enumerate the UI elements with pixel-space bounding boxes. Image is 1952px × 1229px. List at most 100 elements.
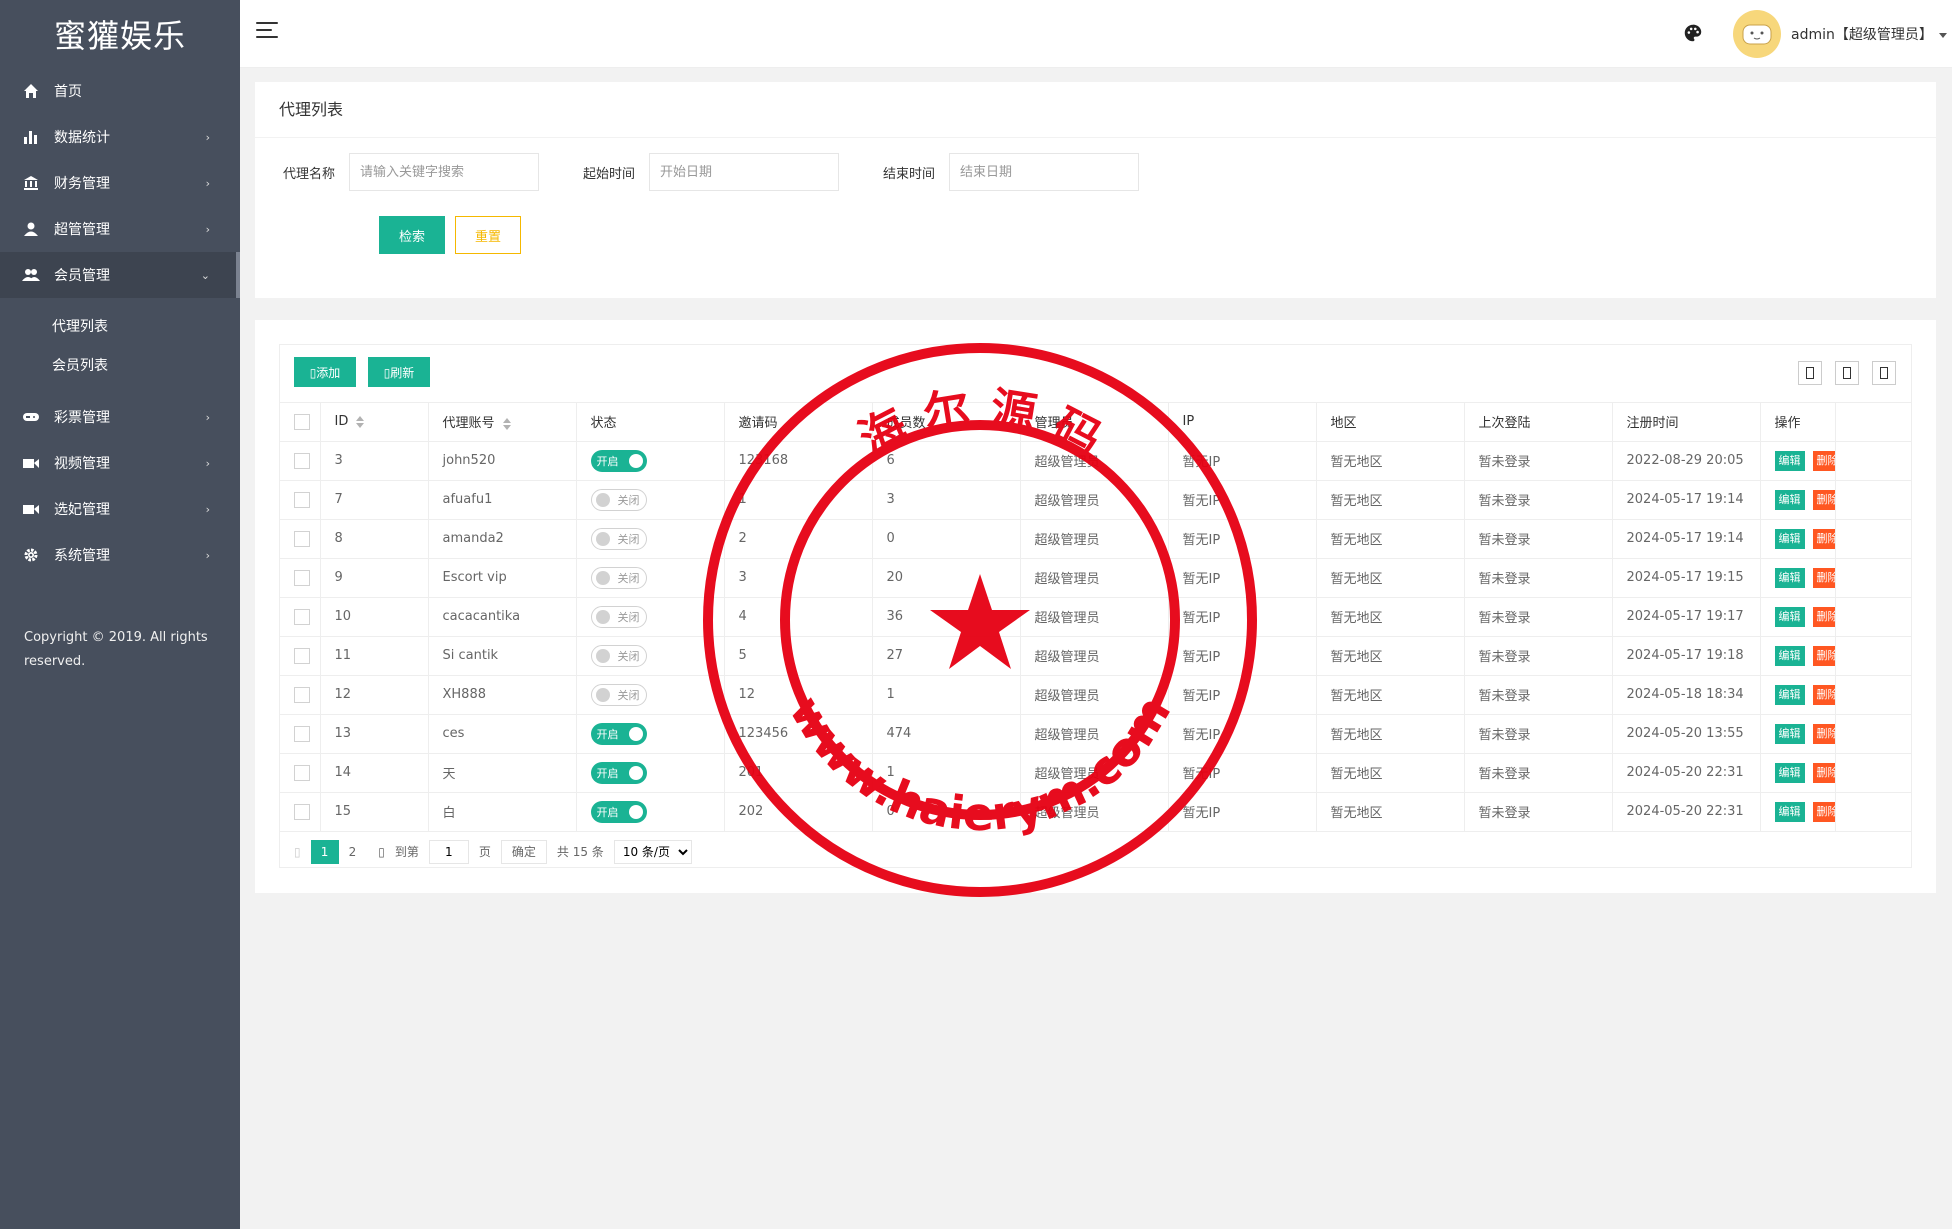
row-checkbox[interactable] <box>294 491 310 508</box>
edit-button[interactable]: 编辑 <box>1774 567 1805 588</box>
page-current[interactable]: 1 <box>310 839 339 864</box>
reset-button[interactable]: 重置 <box>455 216 521 254</box>
edit-button[interactable]: 编辑 <box>1774 450 1805 471</box>
sort-icon[interactable] <box>502 417 511 430</box>
column-header-2[interactable]: 代理账号 <box>428 403 577 442</box>
user-menu[interactable]: admin【超级管理员】 <box>1791 24 1947 44</box>
status-toggle[interactable]: 开启 <box>590 722 647 745</box>
sidebar-item-9[interactable]: 系统管理 › <box>0 532 240 578</box>
edit-button[interactable]: 编辑 <box>1774 645 1805 666</box>
sidebar-item-6[interactable]: 彩票管理 › <box>0 394 240 440</box>
end-date-input[interactable] <box>949 153 1139 191</box>
edit-button[interactable]: 编辑 <box>1774 684 1805 705</box>
status-toggle[interactable]: 关闭 <box>590 683 647 706</box>
select-all-checkbox[interactable] <box>294 413 310 430</box>
confirm-page-button[interactable]: 确定 <box>500 839 547 864</box>
cell-id: 13 <box>320 714 429 754</box>
column-header-1[interactable]: ID <box>320 403 429 442</box>
cell-ip: 暂无IP <box>1168 753 1317 793</box>
sidebar-item-2[interactable]: 数据统计 › <box>0 114 240 160</box>
gear-icon <box>22 546 40 564</box>
status-toggle[interactable]: 关闭 <box>590 605 647 628</box>
delete-button[interactable]: 删除 <box>1812 450 1835 471</box>
delete-button[interactable]: 删除 <box>1812 645 1835 666</box>
column-header-label: 邀请码 <box>738 416 778 432</box>
row-checkbox[interactable] <box>294 725 310 742</box>
sidebar-item-4[interactable]: 超管管理 › <box>0 206 240 252</box>
delete-button[interactable]: 删除 <box>1812 489 1835 510</box>
status-toggle[interactable]: 关闭 <box>590 566 647 589</box>
row-select-cell <box>280 480 321 520</box>
row-checkbox[interactable] <box>294 452 310 469</box>
status-toggle[interactable]: 开启 <box>590 800 647 823</box>
print-icon[interactable] <box>1872 361 1896 385</box>
delete-button[interactable]: 删除 <box>1812 567 1835 588</box>
status-toggle[interactable]: 开启 <box>590 449 647 472</box>
row-checkbox[interactable] <box>294 647 310 664</box>
row-checkbox[interactable] <box>294 608 310 625</box>
delete-button[interactable]: 删除 <box>1812 723 1835 744</box>
agent-name-input[interactable] <box>349 153 539 191</box>
submenu-item-2[interactable]: 会员列表 <box>0 345 240 384</box>
status-toggle[interactable]: 关闭 <box>590 644 647 667</box>
avatar[interactable] <box>1733 10 1781 58</box>
edit-button[interactable]: 编辑 <box>1774 489 1805 510</box>
delete-button[interactable]: 删除 <box>1812 528 1835 549</box>
user-icon <box>22 220 40 238</box>
menu-toggle-icon[interactable] <box>256 22 278 44</box>
theme-palette-icon[interactable] <box>1682 22 1704 44</box>
export-icon[interactable] <box>1835 361 1859 385</box>
edit-button[interactable]: 编辑 <box>1774 723 1805 744</box>
cell-region: 暂无地区 <box>1316 792 1465 832</box>
row-select-cell <box>280 558 321 598</box>
sidebar-item-8[interactable]: 选妃管理 › <box>0 486 240 532</box>
delete-button[interactable]: 删除 <box>1812 606 1835 627</box>
row-checkbox[interactable] <box>294 764 310 781</box>
column-header-label: 状态 <box>590 416 617 432</box>
actions-cell: 编辑删除 <box>1760 519 1836 559</box>
delete-button[interactable]: 删除 <box>1812 801 1835 822</box>
goto-label: 到第 <box>394 845 419 859</box>
column-header-3: 状态 <box>576 403 725 442</box>
prev-page-icon[interactable]: ▯ <box>294 840 301 864</box>
refresh-button[interactable]: ▯刷新 <box>368 357 430 387</box>
status-toggle[interactable]: 关闭 <box>590 527 647 550</box>
filler-cell <box>1835 441 1911 481</box>
table-row: 10 cacacantika 关闭 4 36 超级管理员 暂无IP 暂无地区 暂未登录 2024-… <box>280 597 1911 637</box>
submenu-item-1[interactable]: 代理列表 <box>0 306 240 345</box>
status-toggle[interactable]: 开启 <box>590 761 647 784</box>
sidebar-item-1[interactable]: 首页 <box>0 68 240 114</box>
data-table-box: ▯添加 ▯刷新 ID 代理账号 状态 邀请码 成员数 管理员 IP 地区 上次登陆 注册时间 操作 … <box>279 344 1912 868</box>
search-button[interactable]: 检索 <box>379 216 445 254</box>
cell-account: afuafu1 <box>428 480 577 520</box>
sidebar-item-3[interactable]: 财务管理 › <box>0 160 240 206</box>
add-button[interactable]: ▯添加 <box>294 357 356 387</box>
edit-button[interactable]: 编辑 <box>1774 528 1805 549</box>
edit-button[interactable]: 编辑 <box>1774 606 1805 627</box>
cell-reg: 2024-05-20 22:31 <box>1612 792 1761 832</box>
next-page-icon[interactable]: ▯ <box>378 840 385 864</box>
delete-button[interactable]: 删除 <box>1812 762 1835 783</box>
page-size-select[interactable]: 10 条/页 <box>613 839 692 864</box>
page-2[interactable]: 2 <box>349 840 357 864</box>
start-date-input[interactable] <box>649 153 839 191</box>
cell-last: 暂未登录 <box>1464 480 1613 520</box>
sidebar-item-label: 会员管理 <box>54 268 110 284</box>
edit-button[interactable]: 编辑 <box>1774 801 1805 822</box>
filter-columns-icon[interactable] <box>1798 361 1822 385</box>
cell-admin: 超级管理员 <box>1020 558 1169 598</box>
status-toggle[interactable]: 关闭 <box>590 488 647 511</box>
filler-cell <box>1835 636 1911 676</box>
goto-page-input[interactable] <box>428 839 469 864</box>
sidebar-item-7[interactable]: 视频管理 › <box>0 440 240 486</box>
sidebar-item-5[interactable]: 会员管理 ⌄ <box>0 252 240 298</box>
sort-icon[interactable] <box>356 415 365 428</box>
row-checkbox[interactable] <box>294 803 310 820</box>
edit-button[interactable]: 编辑 <box>1774 762 1805 783</box>
pagination: ▯ 1 2 ▯ 到第 页 确定 共 15 条 10 条/页 <box>280 832 1911 872</box>
cell-id: 7 <box>320 480 429 520</box>
row-checkbox[interactable] <box>294 569 310 586</box>
row-checkbox[interactable] <box>294 686 310 703</box>
delete-button[interactable]: 删除 <box>1812 684 1835 705</box>
row-checkbox[interactable] <box>294 530 310 547</box>
